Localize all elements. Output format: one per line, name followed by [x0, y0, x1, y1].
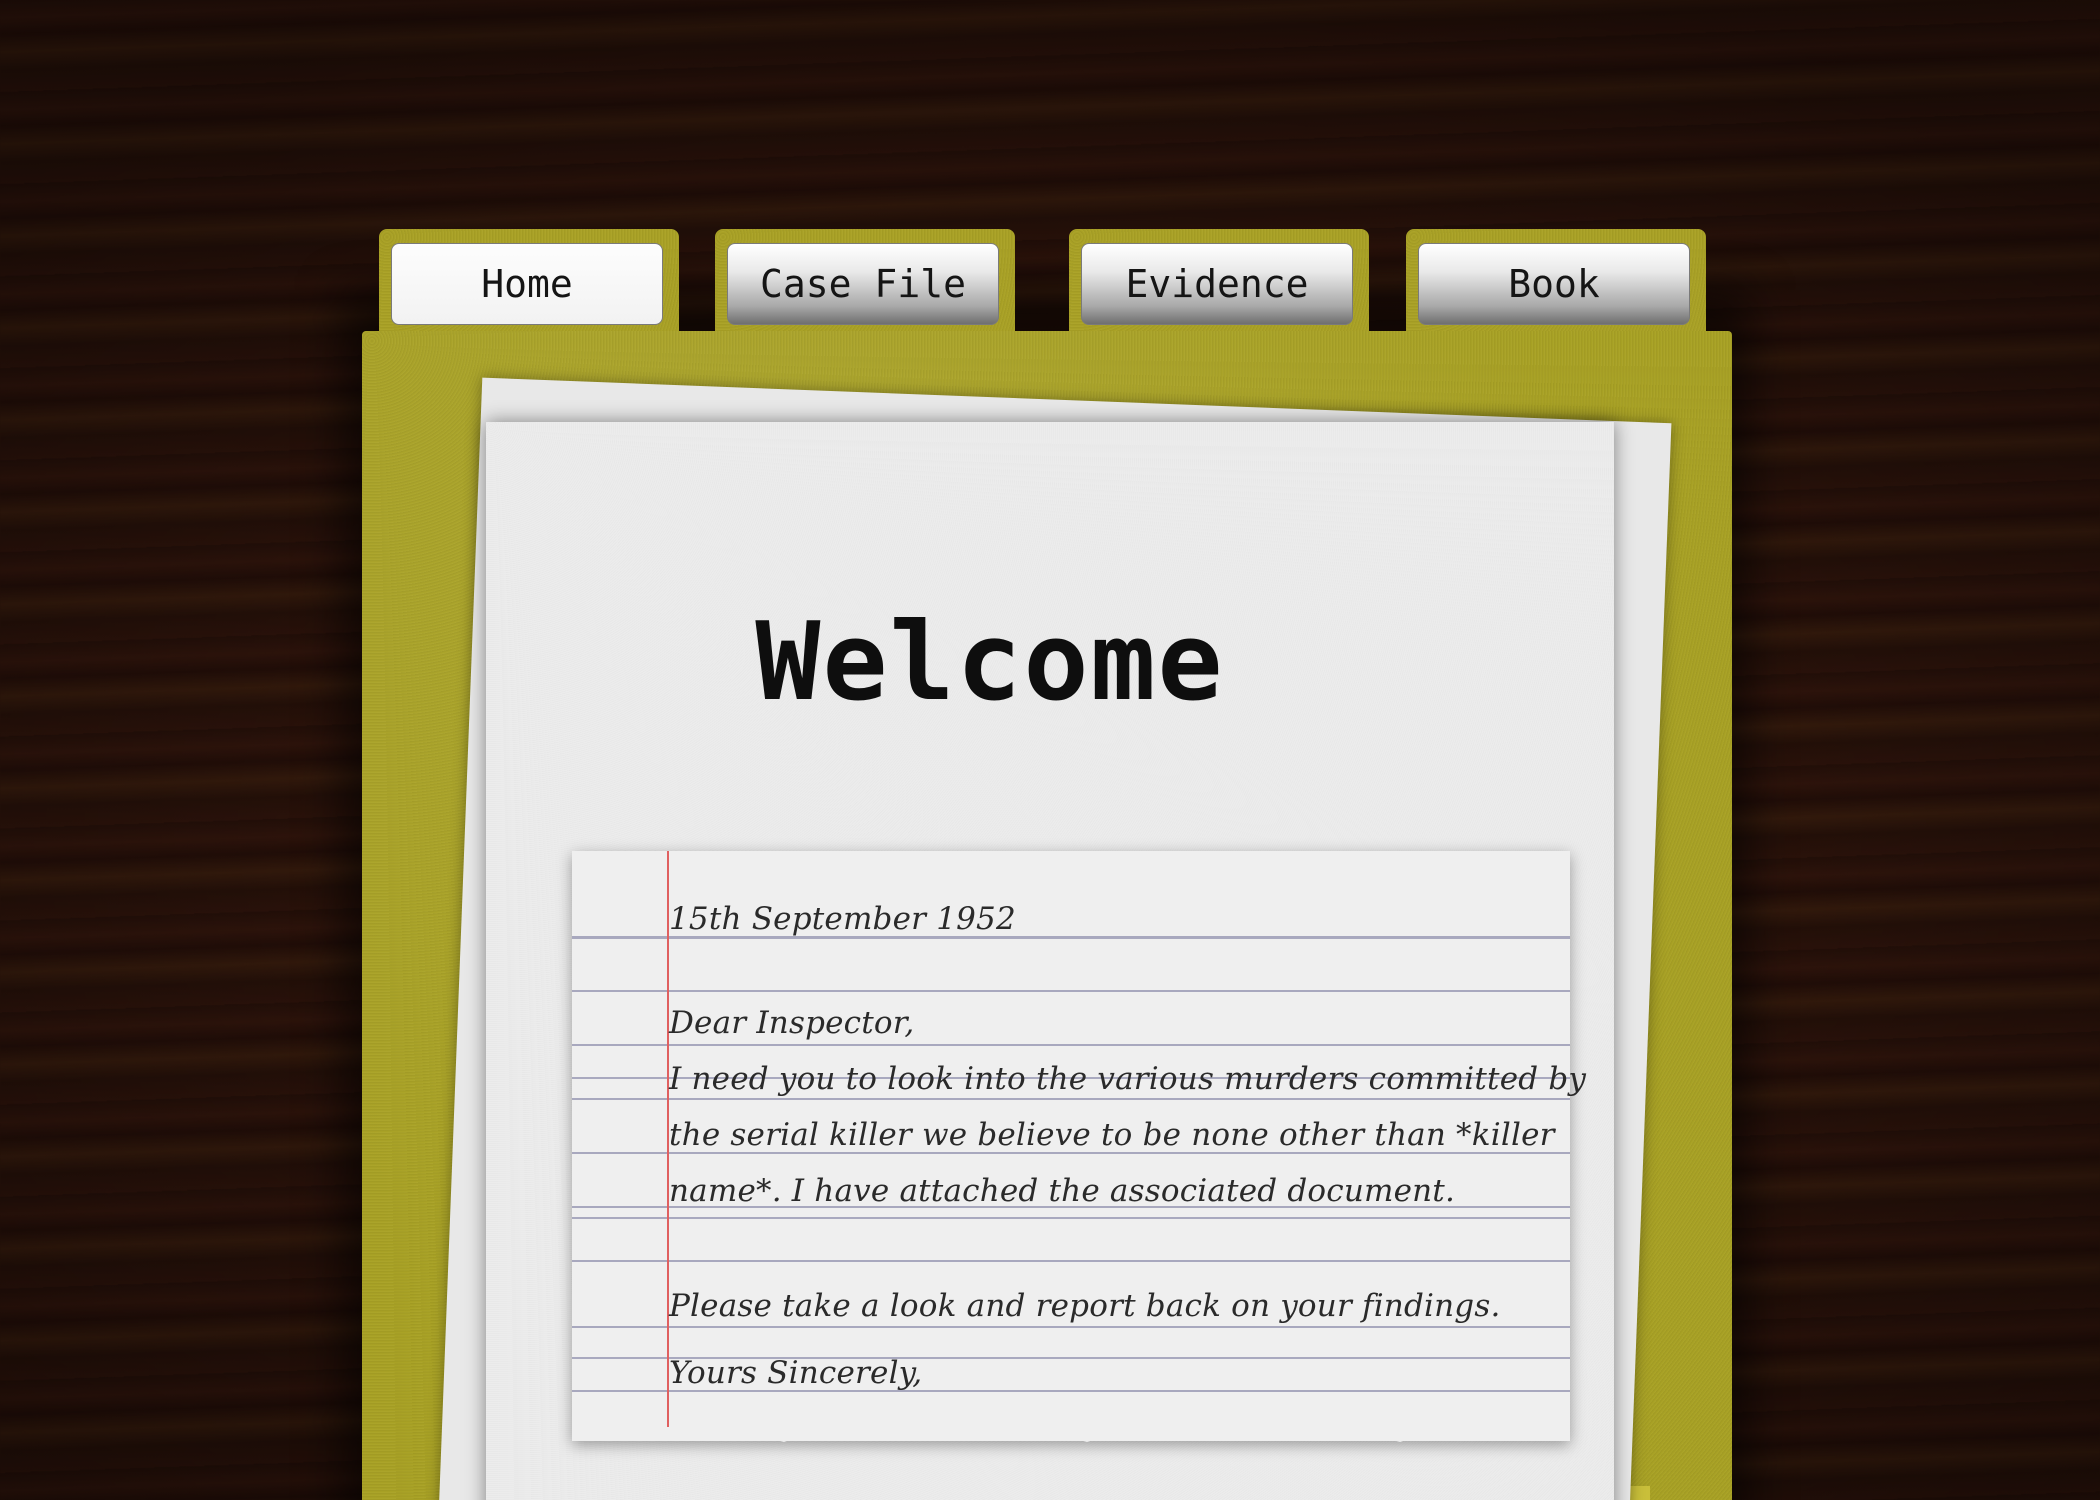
torn-edge	[572, 1427, 1570, 1442]
tab-book: Book	[1406, 229, 1706, 333]
letter-body-line-1: I need you to look into the various murd…	[669, 1061, 1587, 1097]
tab-home: Home	[379, 229, 679, 333]
letter-body-line-3: name*. I have attached the associated do…	[669, 1173, 1456, 1209]
page-title: Welcome	[755, 600, 1225, 725]
letter-body-line-2: the serial killer we believe to be none …	[669, 1117, 1555, 1153]
tab-case-file-button[interactable]: Case File	[727, 243, 999, 325]
letter-closing: Yours Sincerely,	[669, 1355, 923, 1391]
letter-salutation: Dear Inspector,	[669, 1005, 915, 1041]
tab-home-button[interactable]: Home	[391, 243, 663, 325]
letter-request: Please take a look and report back on yo…	[669, 1288, 1501, 1324]
tab-book-button[interactable]: Book	[1418, 243, 1690, 325]
letter-date: 15th September 1952	[669, 901, 1016, 937]
tab-case-file: Case File	[715, 229, 1015, 333]
letter-note: 15th September 1952 Dear Inspector, I ne…	[572, 851, 1586, 1442]
tab-evidence-button[interactable]: Evidence	[1081, 243, 1353, 325]
tab-evidence: Evidence	[1069, 229, 1369, 333]
